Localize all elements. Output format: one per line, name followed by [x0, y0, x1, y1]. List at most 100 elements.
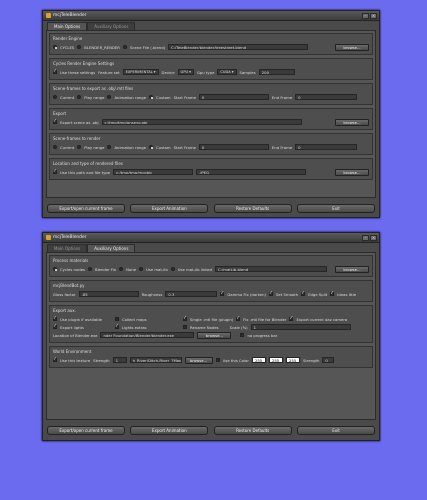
- blender-exe-path-field[interactable]: nder Foundation/Blender/blender.exe: [100, 332, 195, 338]
- render-path-field[interactable]: c:/tmp/tmp/mcobjc: [113, 169, 194, 175]
- texture-strength-field[interactable]: 1: [112, 357, 127, 363]
- window-controls: – ×: [362, 235, 377, 241]
- file-type-field[interactable]: .JPEG: [196, 169, 307, 175]
- samples-field[interactable]: 200: [258, 69, 295, 75]
- roughness-field[interactable]: 0.3: [165, 291, 218, 297]
- strength-label: Strength: [302, 357, 320, 363]
- start-frame-field[interactable]: 0: [198, 94, 269, 100]
- end-frame-field[interactable]: 0: [295, 94, 358, 100]
- rename-nodes-checkbox[interactable]: [183, 325, 187, 329]
- end-frame-field[interactable]: 0: [295, 144, 358, 150]
- animation-range-radio[interactable]: [107, 145, 112, 149]
- export-animation-button[interactable]: Export Animation: [130, 204, 209, 213]
- export-obj-checkbox[interactable]: [53, 119, 57, 124]
- use-texture-checkbox[interactable]: [53, 357, 57, 362]
- set-smooth-checkbox[interactable]: [269, 291, 274, 296]
- export-current-frame-button[interactable]: Export/open current frame: [47, 204, 125, 213]
- custom-radio[interactable]: [149, 95, 154, 99]
- none-radio[interactable]: [119, 267, 124, 271]
- fix-mtl-checkbox[interactable]: [236, 316, 241, 321]
- browse-button[interactable]: browse...: [335, 265, 369, 273]
- feature-set-dropdown[interactable]: EXPERIMENTAL ▾: [122, 69, 159, 75]
- tab-auxiliary-options[interactable]: Auxiliary Options: [87, 22, 136, 30]
- color-strength-field[interactable]: 0: [322, 357, 335, 363]
- use-plugin-checkbox[interactable]: [53, 316, 57, 321]
- gpu-type-dropdown[interactable]: CUDA ▾: [217, 69, 237, 75]
- checkbox-label: Collect maps: [122, 316, 147, 322]
- scene-file-radio[interactable]: [122, 45, 127, 49]
- tab-main-options[interactable]: Main Options: [47, 22, 88, 30]
- blend-path-field[interactable]: C:/TeleBlender/blender/treestreet.blend: [168, 44, 309, 50]
- collect-maps-checkbox[interactable]: [115, 317, 119, 321]
- ideas-ittle-checkbox[interactable]: [330, 291, 335, 296]
- browse-button[interactable]: browse...: [335, 168, 369, 176]
- gloss-factor-field[interactable]: .85: [78, 291, 139, 297]
- play-range-radio[interactable]: [77, 145, 82, 149]
- use-settings-checkbox[interactable]: [53, 69, 57, 74]
- export-lights-checkbox[interactable]: [53, 324, 57, 329]
- close-icon[interactable]: ×: [370, 13, 377, 19]
- dropdown-value: CUDA: [220, 70, 231, 74]
- minimize-icon[interactable]: –: [362, 13, 369, 19]
- current-radio[interactable]: [53, 145, 57, 149]
- color-b-field[interactable]: 255: [285, 357, 300, 363]
- minimize-icon[interactable]: –: [362, 235, 369, 241]
- browse-button[interactable]: browse...: [197, 331, 232, 339]
- browse-button[interactable]: browse...: [184, 356, 213, 364]
- restore-defaults-button[interactable]: Restore Defaults: [213, 204, 292, 213]
- export-current-frame-button[interactable]: Export/open current frame: [47, 426, 125, 435]
- export-frames-group: Scene-frames to export as .obj/.mtl file…: [49, 83, 373, 105]
- custom-radio[interactable]: [149, 145, 154, 149]
- current-radio[interactable]: [53, 95, 57, 99]
- tab-auxiliary-options[interactable]: Auxiliary Options: [87, 244, 136, 252]
- gloss-factor-label: Gloss factor: [53, 291, 76, 297]
- checkbox-label: Use these settings: [60, 69, 96, 75]
- single-mtl-checkbox[interactable]: [183, 316, 187, 321]
- animation-range-radio[interactable]: [107, 95, 112, 99]
- radio-label: BLENDER_RENDER: [84, 44, 120, 50]
- radio-label: Use mat-lib: [146, 266, 168, 272]
- radio-label: Current: [60, 94, 75, 100]
- blender-fix-radio[interactable]: [88, 267, 93, 271]
- gamma-fix-checkbox[interactable]: [220, 291, 225, 296]
- scale-label: Scale (%): [229, 324, 248, 330]
- lights-extras-checkbox[interactable]: [115, 324, 119, 329]
- exit-button[interactable]: Exit: [296, 426, 375, 435]
- cycles-radio[interactable]: [53, 45, 57, 49]
- feature-set-label: Feature set: [98, 69, 120, 75]
- no-progress-bar-checkbox[interactable]: [240, 333, 245, 337]
- exit-button[interactable]: Exit: [296, 204, 375, 213]
- export-daz-camera-checkbox[interactable]: [289, 316, 294, 321]
- browse-button[interactable]: browse...: [335, 43, 369, 51]
- color-r-field[interactable]: 255: [251, 357, 266, 363]
- use-path-checkbox[interactable]: [53, 169, 57, 174]
- main-options-panel: Render Engine CYCLES BLENDER_RENDER Scen…: [46, 30, 376, 198]
- color-g-field[interactable]: 255: [268, 357, 283, 363]
- auxiliary-options-panel: Process materials Cycles nodes Blender F…: [46, 252, 376, 420]
- group-title: Render Engine: [53, 36, 83, 41]
- export-path-field[interactable]: c:/tmp/tmp/anseyo.obj: [101, 119, 302, 125]
- use-mat-lib-linked-radio[interactable]: [170, 267, 175, 271]
- export-animation-button[interactable]: Export Animation: [130, 426, 209, 435]
- radio-label: None: [126, 266, 137, 272]
- tab-main-options[interactable]: Main Options: [47, 244, 88, 252]
- blender-render-radio[interactable]: [77, 45, 82, 49]
- checkbox-label: Export scene as .obj: [60, 119, 99, 125]
- texture-path-field[interactable]: h_River/Ditch-River_7Map.jpg: [129, 357, 182, 363]
- device-dropdown[interactable]: GPU ▾: [177, 69, 194, 75]
- edge-split-checkbox[interactable]: [301, 291, 306, 296]
- use-mat-lib-radio[interactable]: [139, 267, 144, 271]
- use-color-checkbox[interactable]: [215, 358, 220, 362]
- play-range-radio[interactable]: [77, 95, 82, 99]
- restore-defaults-button[interactable]: Restore Defaults: [213, 426, 292, 435]
- browse-button[interactable]: browse...: [335, 118, 369, 126]
- start-frame-field[interactable]: 0: [198, 144, 269, 150]
- group-title: mcjBlendBot.py: [53, 283, 85, 288]
- scale-field[interactable]: 1: [250, 324, 351, 330]
- window-titlebar[interactable]: mcjTeleBlender – ×: [43, 11, 379, 21]
- cycles-nodes-radio[interactable]: [53, 267, 57, 271]
- location-group: Location and type of rendered files Use …: [49, 158, 373, 180]
- mat-lib-path-field[interactable]: C:/matLib.blend: [215, 266, 328, 272]
- window-titlebar[interactable]: mcjTeleBlender – ×: [43, 233, 379, 243]
- close-icon[interactable]: ×: [370, 235, 377, 241]
